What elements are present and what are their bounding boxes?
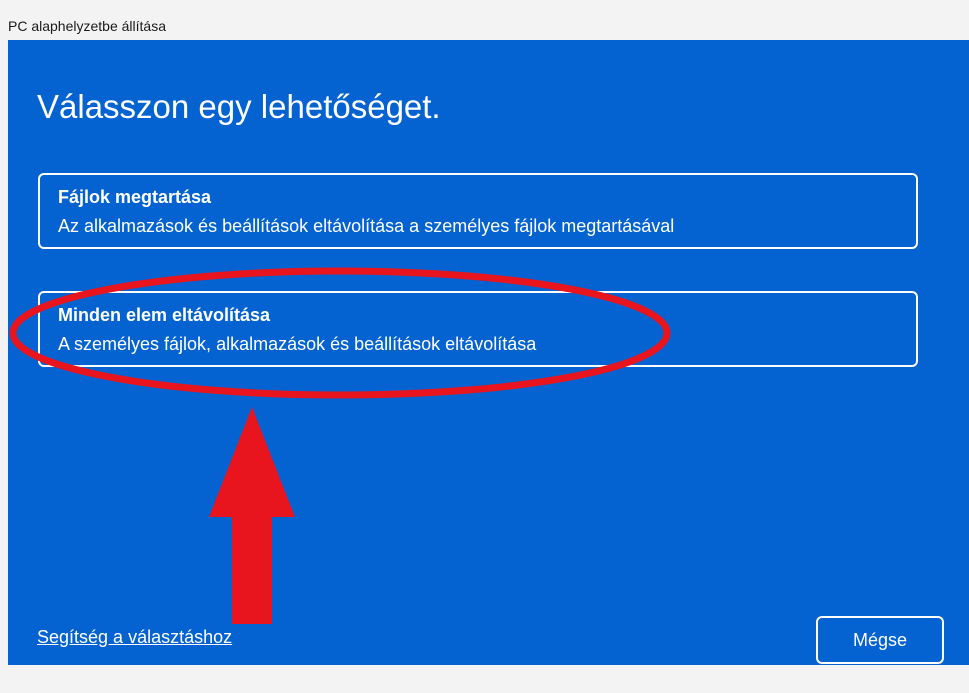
window-title: PC alaphelyzetbe állítása <box>8 18 166 34</box>
option-description: A személyes fájlok, alkalmazások és beál… <box>58 334 537 354</box>
help-choosing-link[interactable]: Segítség a választáshoz <box>37 627 232 648</box>
cancel-button[interactable]: Mégse <box>816 616 944 664</box>
page-heading: Válasszon egy lehetőséget. <box>37 88 441 125</box>
option-description: Az alkalmazások és beállítások eltávolít… <box>58 216 675 236</box>
option-title: Fájlok megtartása <box>58 187 212 207</box>
keep-files-option[interactable]: Fájlok megtartása Az alkalmazások és beá… <box>38 173 918 249</box>
title-bar: PC alaphelyzetbe állítása <box>0 0 969 40</box>
remove-everything-option[interactable]: Minden elem eltávolítása A személyes fáj… <box>38 291 918 367</box>
option-title: Minden elem eltávolítása <box>58 305 271 325</box>
